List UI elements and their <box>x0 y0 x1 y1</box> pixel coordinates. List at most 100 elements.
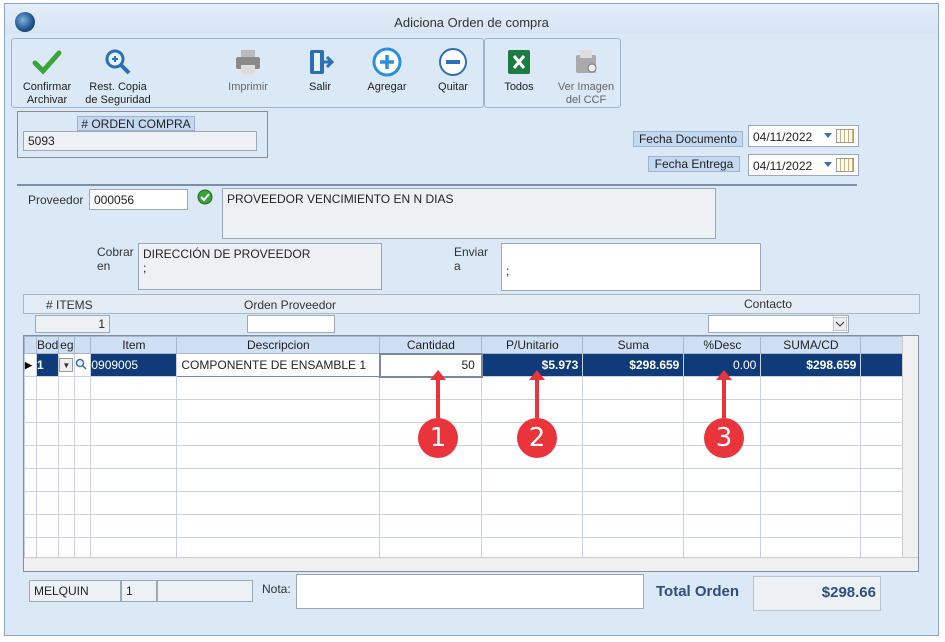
callout-badge-1: 1 <box>418 418 458 458</box>
callout-arrow-1 <box>430 370 446 418</box>
charge-to-line2: ; <box>143 261 147 275</box>
plus-circle-icon <box>372 47 402 77</box>
view-image-label: Ver Imagen del CCF <box>557 81 615 106</box>
items-table: Bod eg Item Descripcion Cantidad P/Unita… <box>24 336 904 561</box>
add-label: Agregar <box>367 81 407 93</box>
confirm-label: Confirmar Archivar <box>22 81 72 106</box>
vertical-scrollbar[interactable] <box>902 336 918 571</box>
table-row[interactable] <box>24 422 904 446</box>
view-image-button[interactable]: Ver Imagen del CCF <box>555 47 617 107</box>
total-label: Total Orden <box>656 583 740 600</box>
title-bar: Adiciona Orden de compra <box>5 4 938 34</box>
col-bod[interactable]: Bod <box>35 336 60 354</box>
exit-button[interactable]: Salir <box>296 47 344 94</box>
ship-to-label: Enviar a <box>454 245 489 273</box>
cell-dropdown[interactable]: ▼ <box>58 353 76 377</box>
items-count-field: 1 <box>35 315 110 333</box>
minus-circle-icon <box>439 48 467 76</box>
info-strip: # ITEMS Orden Proveedor Contacto <box>23 294 920 314</box>
cell-item[interactable]: 0909005 <box>90 353 178 377</box>
delivery-date-value: 04/11/2022 <box>753 159 813 173</box>
exit-label: Salir <box>308 81 331 93</box>
all-label: Todos <box>504 81 534 93</box>
dropdown-icon[interactable] <box>824 162 832 167</box>
green-check-icon[interactable] <box>197 189 213 205</box>
note-field[interactable] <box>296 574 644 609</box>
col-sumcd[interactable]: SUMA/CD <box>760 336 862 354</box>
contact-label: Contacto <box>744 297 793 311</box>
check-icon <box>32 50 62 75</box>
cell-sum[interactable]: $298.659 <box>582 353 685 377</box>
charge-to-line1: DIRECCIÓN DE PROVEEDOR <box>143 247 311 261</box>
chevron-down-icon[interactable] <box>833 317 847 331</box>
toolbar-secondary: Todos Ver Imagen del CCF <box>484 38 621 108</box>
calendar-icon[interactable] <box>836 158 854 172</box>
table-row[interactable] <box>24 376 904 400</box>
callout-badge-3: 3 <box>704 418 744 458</box>
main-window: Adiciona Orden de compra Confirmar Archi… <box>4 3 939 636</box>
col-eg[interactable]: eg <box>58 336 76 354</box>
print-button[interactable]: Imprimir <box>222 47 274 94</box>
cell-sumcd[interactable]: $298.659 <box>760 353 862 377</box>
col-blank[interactable] <box>74 336 92 354</box>
toolbar: Confirmar Archivar Rest. Copia de Seguri… <box>11 38 484 108</box>
col-qty[interactable]: Cantidad <box>379 336 483 354</box>
callout-badge-2: 2 <box>517 418 557 458</box>
restore-label: Rest. Copia de Seguridad <box>85 81 151 106</box>
callout-arrow-3 <box>716 370 732 418</box>
table-row[interactable] <box>24 514 904 538</box>
supplier-name-field: PROVEEDOR VENCIMIENTO EN N DIAS <box>222 188 716 239</box>
doc-date-picker[interactable]: 04/11/2022 <box>748 125 859 147</box>
callout-arrow-2 <box>529 370 545 418</box>
table-row[interactable] <box>24 399 904 423</box>
table-row[interactable] <box>24 468 904 492</box>
cell-search[interactable] <box>74 353 92 377</box>
user-field: MELQUIN <box>29 580 121 602</box>
restore-backup-button[interactable]: Rest. Copia de Seguridad <box>82 47 154 107</box>
po-label: Orden Proveedor <box>244 298 337 312</box>
scanner-icon <box>576 50 597 73</box>
col-item[interactable]: Item <box>90 336 178 354</box>
table-row[interactable]: ▶ 1 ▼ 0909005 COMPONENTE DE ENSAMBLE 1 5… <box>24 352 904 378</box>
col-price[interactable]: P/Unitario <box>481 336 584 354</box>
dropdown-icon[interactable] <box>824 133 832 138</box>
table-row[interactable] <box>24 445 904 469</box>
all-button[interactable]: Todos <box>497 47 541 94</box>
printer-icon <box>236 50 260 74</box>
contact-select[interactable] <box>708 315 849 333</box>
cell-bod[interactable]: 1 <box>35 353 60 377</box>
note-label: Nota: <box>262 582 291 596</box>
horizontal-scrollbar[interactable] <box>24 557 918 571</box>
remove-label: Quitar <box>438 81 468 93</box>
confirm-button[interactable]: Confirmar Archivar <box>18 47 76 107</box>
calendar-icon[interactable] <box>836 129 854 143</box>
supplier-code-field[interactable]: 000056 <box>89 189 188 210</box>
window-title: Adiciona Orden de compra <box>394 15 549 30</box>
delivery-date-picker[interactable]: 04/11/2022 <box>748 154 859 176</box>
remove-button[interactable]: Quitar <box>430 47 476 94</box>
exit-door-icon <box>310 50 335 74</box>
row-indicator: ▶ <box>24 353 37 377</box>
order-number-field[interactable]: 5093 <box>23 131 257 151</box>
delivery-date-label: Fecha Entrega <box>648 156 740 172</box>
grid-header: Bod eg Item Descripcion Cantidad P/Unita… <box>24 336 904 354</box>
print-label: Imprimir <box>228 81 268 93</box>
search-icon[interactable] <box>75 358 87 370</box>
col-sum[interactable]: Suma <box>582 336 685 354</box>
col-disc[interactable]: %Desc <box>683 336 762 354</box>
total-value: $298.66 <box>753 576 881 611</box>
chevron-down-icon[interactable]: ▼ <box>59 358 74 372</box>
charge-to-label: Cobrar en <box>97 245 134 273</box>
doc-date-label: Fecha Documento <box>633 131 743 147</box>
col-desc[interactable]: Descripcion <box>176 336 381 354</box>
charge-to-field: DIRECCIÓN DE PROVEEDOR ; <box>138 243 382 290</box>
supplier-order-field[interactable] <box>247 315 335 333</box>
table-row[interactable] <box>24 491 904 515</box>
items-grid: Bod eg Item Descripcion Cantidad P/Unita… <box>23 335 919 572</box>
items-label: # ITEMS <box>46 298 93 312</box>
counter-field: 1 <box>121 580 157 602</box>
order-label: # ORDEN COMPRA <box>77 116 195 131</box>
add-button[interactable]: Agregar <box>360 47 414 94</box>
cell-desc[interactable]: COMPONENTE DE ENSAMBLE 1 <box>176 353 381 377</box>
ship-to-field[interactable]: ; <box>501 243 761 291</box>
